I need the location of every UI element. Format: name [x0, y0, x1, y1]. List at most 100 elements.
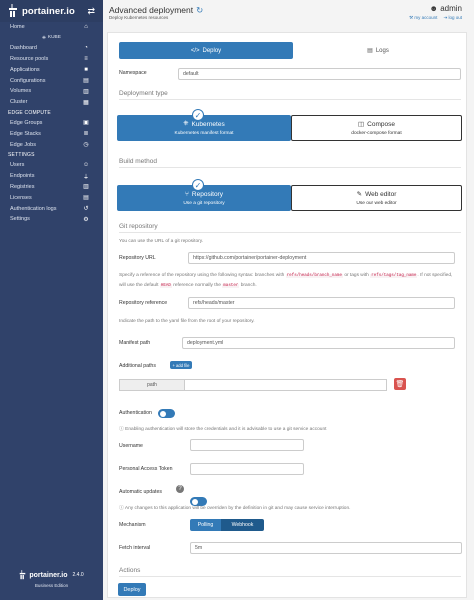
deploy-button[interactable]: Deploy — [118, 583, 146, 596]
add-file-button[interactable]: + add file — [170, 361, 192, 369]
cogs-icon: ⚙ — [83, 216, 89, 223]
kubernetes-icon: ⎈ — [183, 120, 189, 127]
sidebar: portainer.io ⇄ Home ⌂ ⎈ KUBE Dashboard ◔… — [0, 0, 103, 600]
page-subtitle: Deploy Kubernetes resources — [109, 15, 169, 20]
main-panel: </> Deploy ▤ Logs Namespace default Depl… — [107, 32, 467, 598]
sidebar-item-dashboard[interactable]: Dashboard ◔ — [0, 43, 103, 54]
sidebar-section-settings: SETTINGS — [8, 151, 35, 158]
sidebar-item-edge-jobs[interactable]: Edge Jobs ◷ — [0, 139, 103, 150]
sidebar-item-authentication-logs[interactable]: Authentication logs ↺ — [0, 203, 103, 214]
sign-out-icon: ⇥ — [443, 15, 448, 20]
mechanism-switch: Polling Webhook — [190, 519, 264, 531]
sidebar-brand[interactable]: portainer.io ⇄ — [0, 0, 103, 22]
authentication-toggle[interactable] — [158, 409, 175, 418]
manifest-path-input[interactable]: deployment.yml — [182, 337, 455, 349]
additional-path-input[interactable] — [185, 379, 387, 391]
log-out-link[interactable]: ⇥ log out — [443, 15, 462, 21]
path-help-text: Indicate the path to the yaml file from … — [119, 319, 255, 324]
footer-brand-name: portainer.io — [29, 571, 68, 579]
pat-label: Personal Access Token — [119, 466, 173, 472]
git-help-text: You can use the URL of a git repository. — [119, 239, 204, 244]
tab-deploy[interactable]: </> Deploy — [119, 42, 293, 59]
file-code-icon: ▤ — [83, 78, 89, 85]
layers-icon: ≡ — [84, 55, 88, 62]
docker-icon: ◫ — [358, 121, 365, 128]
additional-path-row: path — [119, 379, 387, 391]
database-icon: ▥ — [83, 184, 89, 191]
question-circle-icon[interactable]: ? — [176, 485, 184, 493]
username-input[interactable] — [190, 439, 304, 451]
git-repository-title: Git repository — [119, 223, 461, 233]
build-method-title: Build method — [119, 158, 461, 168]
cubes-icon: ■ — [84, 66, 88, 73]
mechanism-webhook[interactable]: Webhook — [221, 519, 264, 531]
sidebar-item-home[interactable]: Home ⌂ — [0, 22, 103, 33]
namespace-label: Namespace — [119, 70, 147, 76]
remove-path-button[interactable]: 🗑 — [394, 378, 406, 390]
brand-name: portainer.io — [22, 5, 75, 17]
build-method-repository[interactable]: ⑂ Repository Use a git repository — [117, 185, 291, 211]
sidebar-item-registries[interactable]: Registries ▥ — [0, 182, 103, 193]
auto-update-help-text: ⓘ Any changes to this application will b… — [119, 506, 351, 511]
footer-version: 2.4.0 — [72, 572, 84, 578]
footer-edition: Business Edition — [34, 583, 69, 588]
sidebar-item-edge-groups[interactable]: Edge Groups ▣ — [0, 118, 103, 129]
sidebar-item-edge-stacks[interactable]: Edge Stacks ≣ — [0, 128, 103, 139]
edit-icon: ✎ — [356, 191, 363, 198]
file-icon: ▤ — [367, 48, 373, 54]
sidebar-item-settings[interactable]: Settings ⚙ — [0, 214, 103, 225]
build-method-web-editor[interactable]: ✎ Web editor Use our web editor — [291, 185, 462, 211]
repository-url-label: Repository URL — [119, 255, 156, 261]
sidebar-item-configurations[interactable]: Configurations ▤ — [0, 75, 103, 86]
sidebar-section-edge: EDGE COMPUTE — [8, 109, 51, 116]
dashboard-icon: ◔ — [84, 45, 88, 52]
clock-icon: ◷ — [83, 142, 89, 149]
objects-group-icon: ▣ — [83, 120, 89, 127]
sidebar-item-users[interactable]: Users ☺ — [0, 160, 103, 171]
tab-logs[interactable]: ▤ Logs — [298, 42, 458, 59]
check-icon: ✓ — [192, 179, 204, 191]
mechanism-label: Mechanism — [119, 522, 146, 528]
git-icon: ⑂ — [185, 190, 189, 198]
auth-help-text: ⓘ Enabling authentication will store the… — [119, 427, 327, 432]
mechanism-polling[interactable]: Polling — [190, 519, 221, 531]
sidebar-item-resource-pools[interactable]: Resource pools ≡ — [0, 54, 103, 65]
page-header: Advanced deployment ↻ Deploy Kubernetes r… — [103, 0, 474, 26]
sidebar-item-applications[interactable]: Applications ■ — [0, 64, 103, 75]
pat-input[interactable] — [190, 463, 304, 475]
manifest-path-label: Manifest path — [119, 340, 151, 346]
repository-url-input[interactable]: https://github.com/portainer/portainer-d… — [188, 252, 455, 264]
file-contract-icon: ▤ — [83, 195, 89, 202]
portainer-logo-icon — [9, 4, 17, 17]
code-icon: </> — [190, 47, 200, 54]
username-label: Username — [119, 443, 143, 449]
namespace-select[interactable]: default — [178, 68, 461, 80]
fetch-interval-input[interactable]: 5m — [190, 542, 462, 554]
authentication-label: Authentication — [119, 410, 152, 416]
user-icon: ☻ — [429, 4, 438, 13]
repository-reference-label: Repository reference — [119, 300, 168, 306]
home-icon: ⌂ — [84, 24, 88, 31]
sidebar-item-licenses[interactable]: Licenses ▤ — [0, 192, 103, 203]
deployment-type-compose[interactable]: ◫ Compose docker-compose format — [291, 115, 462, 141]
sidebar-toggle-icon[interactable]: ⇄ — [87, 6, 95, 17]
trash-icon: 🗑 — [395, 381, 405, 388]
kubernetes-icon: ⎈ — [42, 35, 46, 41]
additional-paths-label: Additional paths — [119, 363, 156, 369]
fetch-interval-label: Fetch interval — [119, 545, 151, 551]
sidebar-item-volumes[interactable]: Volumes ▥ — [0, 86, 103, 97]
actions-title: Actions — [119, 567, 461, 577]
repository-reference-input[interactable]: refs/heads/master — [188, 297, 455, 309]
refresh-icon[interactable]: ↻ — [196, 5, 203, 15]
sidebar-footer: portainer.io 2.4.0 Business Edition — [0, 570, 103, 588]
layer-group-icon: ≣ — [83, 131, 89, 138]
user-links: ⚒ my account ⇥ log out — [409, 15, 462, 21]
sidebar-item-endpoints[interactable]: Endpoints ⏚ — [0, 171, 103, 182]
history-icon: ↺ — [83, 206, 89, 213]
deployment-type-kubernetes[interactable]: ⎈ Kubernetes Kubernetes manifest format — [117, 115, 291, 141]
sidebar-item-cluster[interactable]: Cluster ▦ — [0, 97, 103, 108]
path-addon: path — [119, 379, 185, 391]
environment-label: ⎈ KUBE — [42, 35, 61, 41]
my-account-link[interactable]: ⚒ my account — [409, 15, 437, 21]
server-icon: ▦ — [83, 99, 89, 106]
